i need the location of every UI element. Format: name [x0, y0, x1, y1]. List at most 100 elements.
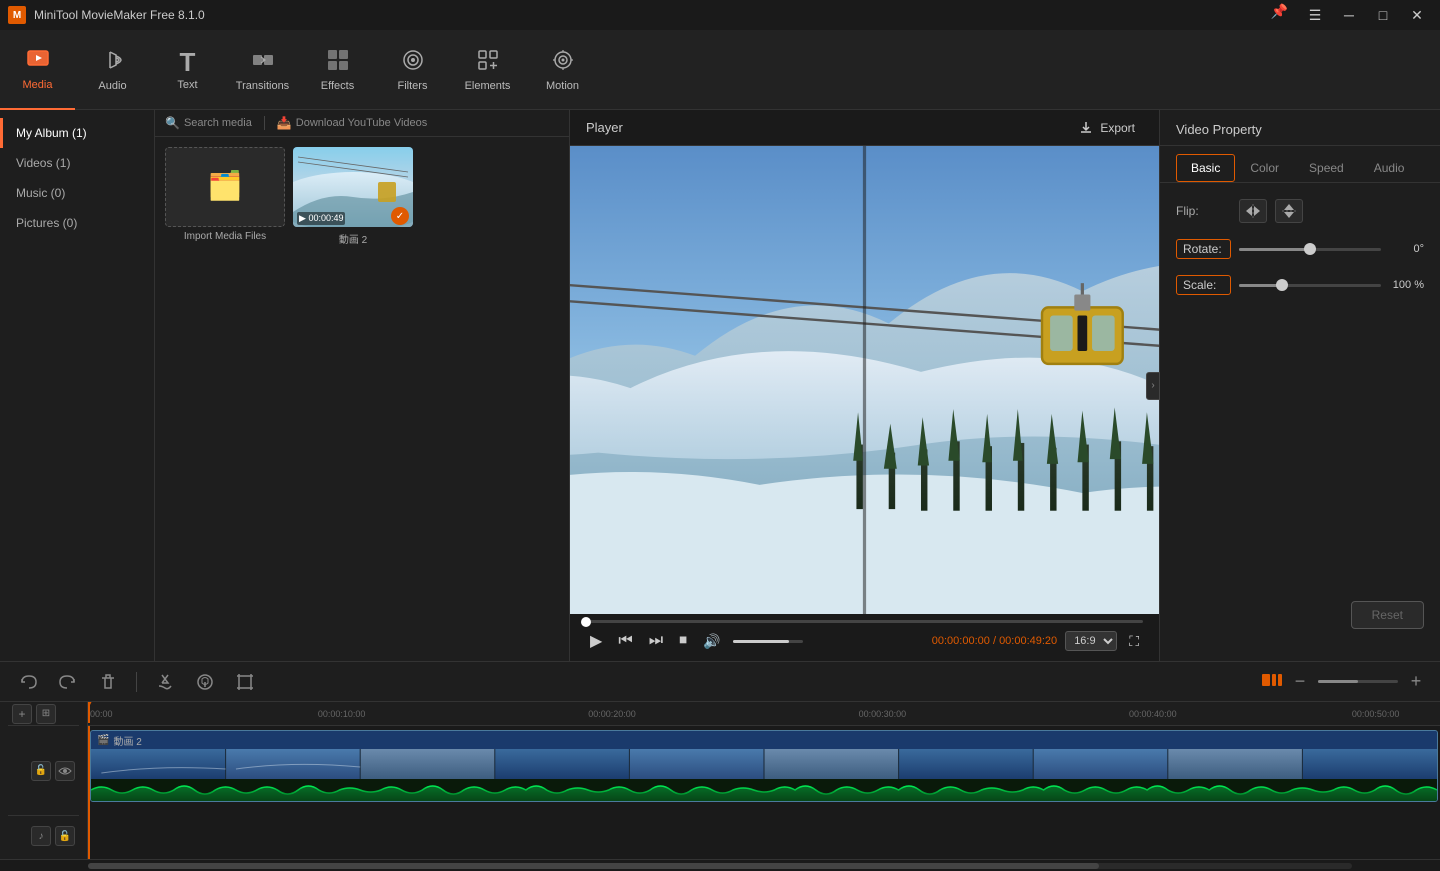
audio-track[interactable]: [88, 824, 1440, 859]
timeline-side-header: + ⊞: [8, 702, 79, 726]
timeline-ruler: 00:00 00:00:10:00 00:00:20:00 00:00:30:0…: [88, 702, 1440, 726]
volume-fill: [733, 640, 789, 643]
redo-button[interactable]: [52, 668, 84, 696]
scale-slider[interactable]: [1239, 284, 1381, 287]
toolbar-filters[interactable]: Filters: [375, 30, 450, 110]
toolbar-audio[interactable]: Audio: [75, 30, 150, 110]
maximize-button[interactable]: □: [1368, 3, 1398, 27]
property-header: Video Property: [1160, 110, 1440, 146]
toolbar-motion[interactable]: Motion: [525, 30, 600, 110]
rotate-slider-thumb[interactable]: [1304, 243, 1316, 255]
property-content: Flip:: [1160, 183, 1440, 661]
track-clip-header: 🎬 動画 2: [91, 731, 1437, 749]
scrubber-track[interactable]: [586, 620, 1143, 623]
flip-vertical-button[interactable]: [1275, 199, 1303, 223]
toolbar-transitions-label: Transitions: [236, 80, 289, 92]
zoom-out-button[interactable]: −: [1288, 670, 1312, 694]
rotate-row: Rotate: 0°: [1176, 239, 1424, 259]
zoom-slider[interactable]: [1318, 680, 1398, 683]
delete-button[interactable]: [92, 668, 124, 696]
sidebar-item-my-album[interactable]: My Album (1): [0, 118, 154, 148]
collapse-panel-button[interactable]: ›: [1146, 372, 1160, 400]
toolbar-effects[interactable]: Effects: [300, 30, 375, 110]
volume-button[interactable]: 🔊: [699, 631, 724, 652]
media-file-name: 動画 2: [339, 231, 367, 246]
toolbar-text[interactable]: T Text: [150, 30, 225, 110]
undo-button[interactable]: [12, 668, 44, 696]
media-thumb-video[interactable]: ▶ 00:00:49 ✓: [293, 147, 413, 227]
track-clip-name: 動画 2: [113, 733, 141, 748]
tab-audio[interactable]: Audio: [1359, 154, 1420, 182]
audio-track-icon: ♪: [31, 826, 51, 846]
sidebar-item-music[interactable]: Music (0): [0, 178, 154, 208]
player-scrubber[interactable]: [570, 614, 1159, 625]
scrubber-thumb[interactable]: [581, 617, 591, 627]
tab-basic[interactable]: Basic: [1176, 154, 1235, 182]
export-button[interactable]: Export: [1070, 116, 1143, 140]
player-title: Player: [586, 120, 623, 135]
add-audio-track-button[interactable]: ⊞: [36, 704, 56, 724]
crop-button[interactable]: [229, 668, 261, 696]
timeline-ruler-and-tracks: 00:00 00:00:10:00 00:00:20:00 00:00:30:0…: [88, 702, 1440, 859]
tab-color[interactable]: Color: [1235, 154, 1294, 182]
step-back-button[interactable]: ⏮: [614, 630, 636, 652]
toolbar-separator: [136, 672, 137, 692]
toolbar-transitions[interactable]: Transitions: [225, 30, 300, 110]
title-text: MiniTool MovieMaker Free 8.1.0: [34, 8, 205, 22]
search-media[interactable]: 🔍 Search media: [165, 116, 252, 130]
player-header: Player Export: [570, 110, 1159, 146]
sidebar-item-videos[interactable]: Videos (1): [0, 148, 154, 178]
text-icon: T: [180, 49, 196, 75]
app-icon: M: [8, 6, 26, 24]
menu-button[interactable]: ☰: [1300, 3, 1330, 27]
scrollbar-thumb[interactable]: [88, 863, 1099, 869]
track-clip-video[interactable]: 🎬 動画 2: [90, 730, 1438, 802]
download-youtube[interactable]: 📥 Download YouTube Videos: [277, 116, 427, 130]
audio-track-lock-button[interactable]: 🔓: [55, 826, 75, 846]
cut-button[interactable]: [149, 668, 181, 696]
zoom-in-button[interactable]: +: [1404, 670, 1428, 694]
title-bar: M MiniTool MovieMaker Free 8.1.0 📌 ☰ ─ □…: [0, 0, 1440, 30]
search-icon: 🔍: [165, 116, 180, 130]
toolbar-media[interactable]: Media: [0, 30, 75, 110]
export-label: Export: [1100, 121, 1135, 135]
left-panel: My Album (1) Videos (1) Music (0) Pictur…: [0, 110, 570, 661]
player-controls: ▶ ⏮ ⏭ ⏹ 🔊 00:00:00:00 / 00:00:49:20 16:9…: [570, 625, 1159, 661]
rotate-slider-fill: [1239, 248, 1310, 251]
audio-detach-button[interactable]: [189, 668, 221, 696]
aspect-ratio-select[interactable]: 16:9 9:16 1:1 4:3: [1065, 631, 1117, 651]
video-track-lock-button[interactable]: 🔓: [31, 761, 51, 781]
stop-button[interactable]: ⏹: [675, 630, 691, 652]
audio-icon: [101, 48, 125, 76]
current-time: 00:00:00:00: [932, 635, 990, 647]
play-button[interactable]: ▶: [586, 629, 606, 653]
volume-slider[interactable]: [733, 640, 803, 643]
video-track-side: 🔓: [8, 726, 79, 816]
total-time: 00:00:49:20: [999, 635, 1057, 647]
video-track[interactable]: 🎬 動画 2: [90, 730, 1438, 820]
toolbar-effects-label: Effects: [321, 80, 354, 92]
close-button[interactable]: ✕: [1402, 3, 1432, 27]
import-media-button[interactable]: 🗂️: [165, 147, 285, 227]
step-forward-button[interactable]: ⏭: [645, 630, 667, 652]
video-track-eye-button[interactable]: [55, 761, 75, 781]
tab-speed[interactable]: Speed: [1294, 154, 1359, 182]
rotate-label: Rotate:: [1176, 239, 1231, 259]
flip-horizontal-button[interactable]: [1239, 199, 1267, 223]
horizontal-scrollbar[interactable]: [0, 859, 1440, 871]
ruler-playhead: [88, 702, 90, 723]
toolbar-audio-label: Audio: [98, 80, 126, 92]
scale-slider-thumb[interactable]: [1276, 279, 1288, 291]
add-video-track-button[interactable]: +: [12, 704, 32, 724]
sidebar-item-pictures[interactable]: Pictures (0): [0, 208, 154, 238]
toolbar-elements[interactable]: Elements: [450, 30, 525, 110]
sidebar-music-label: Music (0): [16, 186, 65, 200]
fullscreen-button[interactable]: ⛶: [1125, 631, 1143, 652]
reset-button[interactable]: Reset: [1351, 601, 1424, 629]
scrollbar-track[interactable]: [88, 863, 1352, 869]
rotate-slider[interactable]: [1239, 248, 1381, 251]
toolbar-text-label: Text: [177, 79, 197, 91]
time-display: 00:00:00:00 / 00:00:49:20: [932, 635, 1057, 647]
motion-icon: [551, 48, 575, 76]
minimize-button[interactable]: ─: [1334, 3, 1364, 27]
